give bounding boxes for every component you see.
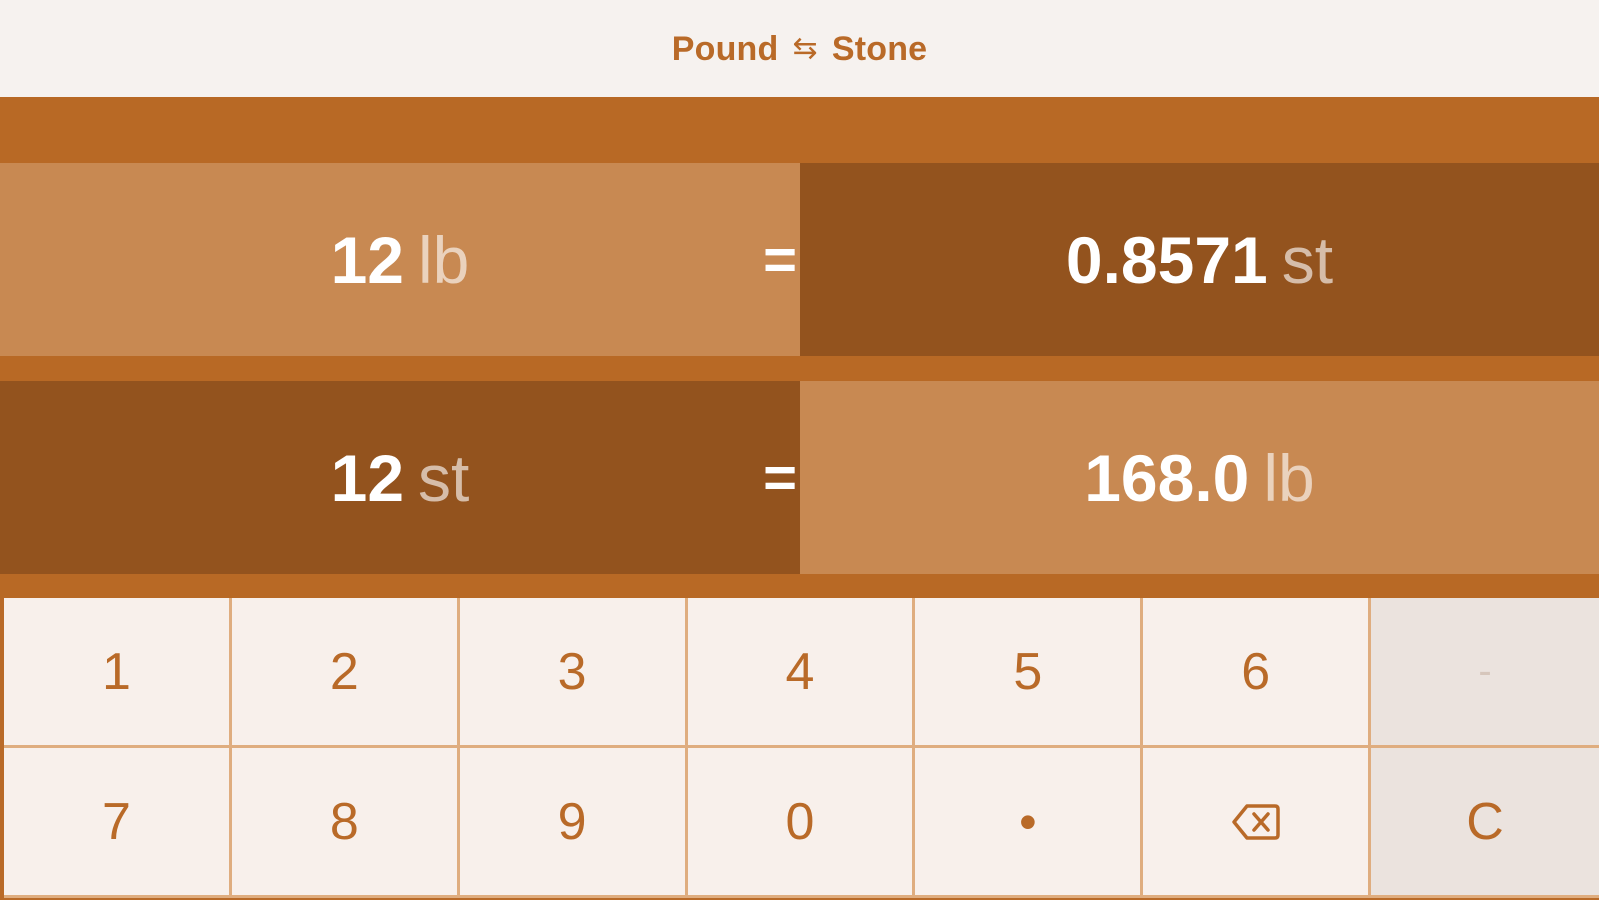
title-bar: Pound ⇆ Stone [0,0,1599,97]
key-3[interactable]: 3 [459,598,688,748]
key-2[interactable]: 2 [231,598,460,748]
conversion-row-stone-to-pound[interactable]: 12st = 168.0 lb [0,381,1599,574]
key-backspace[interactable] [1143,748,1372,898]
key-5[interactable]: 5 [915,598,1144,748]
key-9[interactable]: 9 [459,748,688,898]
output-unit: st [1281,222,1334,297]
key-7[interactable]: 7 [4,748,232,898]
key-decimal[interactable]: • [915,748,1144,898]
output-value: 0.8571 [1065,222,1268,297]
key-1[interactable]: 1 [4,598,232,748]
equals-sign: = [763,227,797,292]
numeric-keypad: 1 2 3 4 5 6 - 7 8 9 0 • C [0,598,1599,900]
to-unit-label: Stone [831,30,928,68]
input-cell[interactable]: 12st [0,381,800,574]
from-unit-label: Pound [671,30,779,68]
input-unit: st [418,440,470,515]
output-unit: lb [1263,440,1315,515]
key-6[interactable]: 6 [1143,598,1372,748]
key-clear[interactable]: C [1371,748,1599,898]
input-value: 12 [330,222,405,297]
swap-icon[interactable]: ⇆ [792,31,817,66]
conversion-row-pound-to-stone[interactable]: 12 lb = 0.8571 st [0,163,1599,356]
conversion-title[interactable]: Pound ⇆ Stone [672,30,928,69]
input-cell[interactable]: 12 lb [0,163,800,356]
output-cell: 0.8571 st [800,163,1599,356]
input-value: 12 [330,440,405,515]
key-minus[interactable]: - [1371,598,1599,748]
key-4[interactable]: 4 [687,598,916,748]
key-8[interactable]: 8 [231,748,460,898]
equals-sign: = [763,445,797,510]
backspace-icon [1231,803,1280,840]
output-value: 168.0 [1084,440,1250,515]
output-cell: 168.0 lb [800,381,1599,574]
key-0[interactable]: 0 [687,748,916,898]
input-unit: lb [418,222,470,297]
